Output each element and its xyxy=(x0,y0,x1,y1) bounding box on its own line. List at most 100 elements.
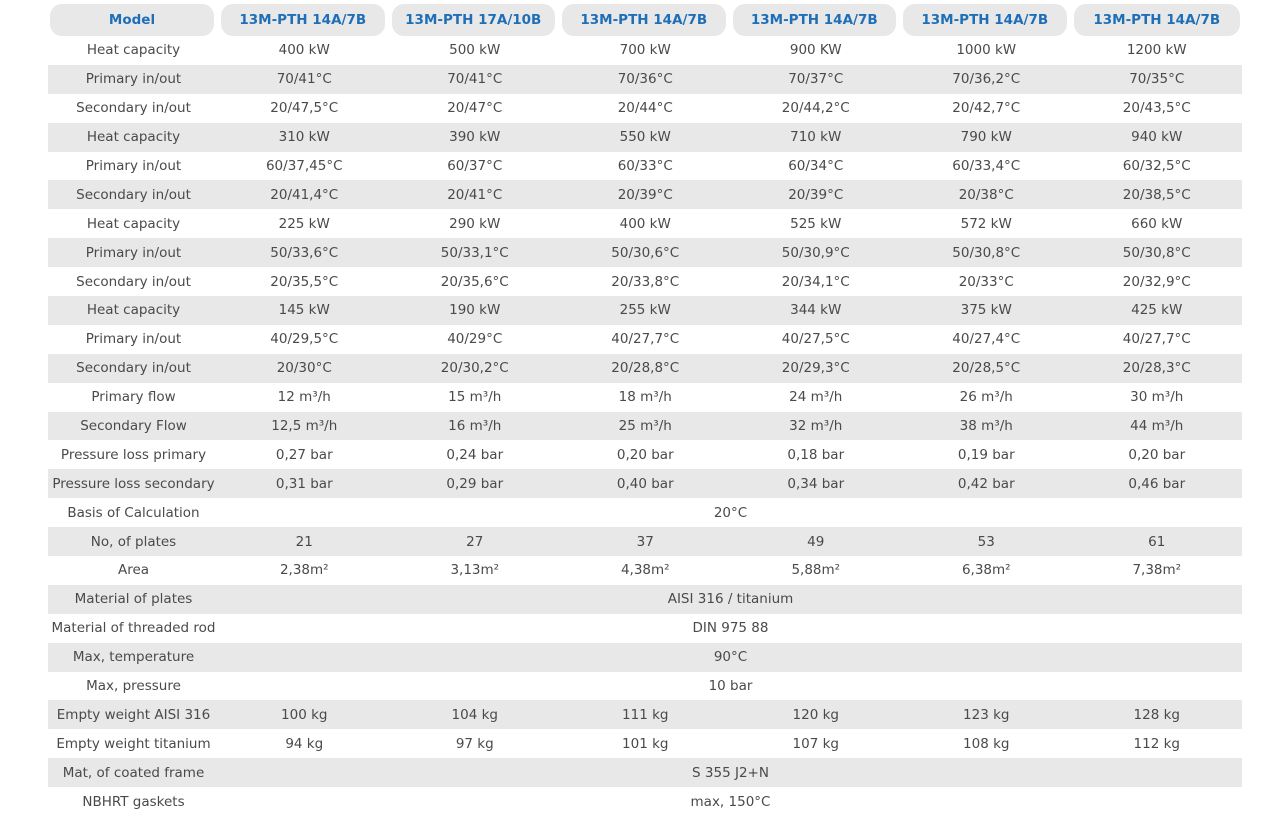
table-row: Area 2,38m² 3,13m² 4,38m² 5,88m² 6,38m² 7,38m² xyxy=(48,556,1242,585)
row-label: Area xyxy=(117,562,150,579)
cell-value: 100 kg xyxy=(219,700,390,730)
cell-value: 12 m³/h xyxy=(277,389,331,406)
cell-value: 145 kW xyxy=(219,296,390,325)
cell-value: 4,38m² xyxy=(620,562,670,579)
cell-value: 40/29°C xyxy=(447,331,503,348)
cell-value: 16 m³/h xyxy=(389,411,560,441)
cell-value: 0,27 bar xyxy=(275,446,333,463)
cell-value: 20/30°C xyxy=(219,353,390,383)
cell-value: 20/38,5°C xyxy=(1071,180,1242,210)
cell-value: 70/36,2°C xyxy=(901,64,1072,94)
cell-value: 60/37,45°C xyxy=(265,158,343,174)
cell-value: 525 kW xyxy=(790,215,842,232)
table-row: Pressure loss secondary 0,31 bar 0,29 bar 0… xyxy=(48,469,1242,499)
table-row: Heat capacity 400 kW 500 kW 700 kW 900 KW 100… xyxy=(48,36,1242,65)
cell-value: 20/41°C xyxy=(389,180,560,210)
row-label: NBHRT gaskets xyxy=(82,793,185,810)
row-label: Secondary Flow xyxy=(48,411,219,441)
table-row: Max, temperature 90°C xyxy=(48,642,1242,672)
header-row: Model 13M-PTH 14A/7B 13M-PTH 17A/10B 13M… xyxy=(48,4,1242,36)
cell-value: 20/28,3°C xyxy=(1071,353,1242,383)
cell-value: 20/44°C xyxy=(617,100,673,117)
cell-value: 60/33°C xyxy=(617,158,673,174)
row-label: Primary flow xyxy=(91,389,176,406)
cell-value: 24 m³/h xyxy=(789,389,843,406)
cell-value: 50/33,1°C xyxy=(389,238,560,268)
cell-value: 710 kW xyxy=(730,122,901,152)
cell-value: 2,38m² xyxy=(279,562,329,579)
table-row: Secondary in/out 20/41,4°C 20/41°C 20/39°C 2… xyxy=(48,180,1242,210)
header-model: 13M-PTH 14A/7B xyxy=(731,4,901,36)
cell-value: 61 xyxy=(1071,527,1242,557)
spanning-value: DIN 975 88 xyxy=(692,620,769,637)
cell-value: 7,38m² xyxy=(1132,562,1182,579)
cell-value: 790 kW xyxy=(901,122,1072,152)
table-row: Empty weight AISI 316 100 kg 104 kg 111 kg 1… xyxy=(48,700,1242,730)
cell-value: 20/28,8°C xyxy=(560,353,731,383)
cell-value: 0,31 bar xyxy=(219,469,390,499)
table-row: Material of threaded rod DIN 975 88 xyxy=(48,614,1242,643)
cell-value: 400 kW xyxy=(619,215,671,232)
table-row: Primary in/out 60/37,45°C 60/37°C 60/33°C 60… xyxy=(48,152,1242,181)
cell-value: 37 xyxy=(560,527,731,557)
table-header: Model 13M-PTH 14A/7B 13M-PTH 17A/10B 13M… xyxy=(48,4,1242,36)
row-label: Primary in/out xyxy=(85,331,182,348)
cell-value: 1200 kW xyxy=(1126,42,1187,59)
header-pill: 13M-PTH 17A/10B xyxy=(391,4,555,36)
spanning-value: 90°C xyxy=(219,642,1242,672)
row-label: Empty weight titanium xyxy=(56,735,211,752)
header-pill: 13M-PTH 14A/7B xyxy=(562,4,726,36)
table-row: Mat, of coated frame S 355 J2+N xyxy=(48,758,1242,788)
cell-value: 660 kW xyxy=(1131,215,1183,232)
row-label: Secondary in/out xyxy=(76,100,191,117)
cell-value: 20/42,7°C xyxy=(952,100,1021,117)
cell-value: 50/30,8°C xyxy=(1071,238,1242,268)
table-row: Basis of Calculation 20°C xyxy=(48,498,1242,527)
row-label: Heat capacity xyxy=(86,42,181,59)
cell-value: 20/39°C xyxy=(560,180,731,210)
row-label: Heat capacity xyxy=(48,122,219,152)
table-row: Primary flow 12 m³/h 15 m³/h 18 m³/h 24 m³/h… xyxy=(48,383,1242,412)
spanning-value: S 355 J2+N xyxy=(219,758,1242,788)
cell-value: 20/39°C xyxy=(730,180,901,210)
spanning-value: 20°C xyxy=(713,504,748,521)
cell-value: 390 kW xyxy=(389,122,560,152)
cell-value: 15 m³/h xyxy=(448,389,502,406)
cell-value: 20/33°C xyxy=(958,273,1014,290)
cell-value: 53 xyxy=(901,527,1072,557)
cell-value: 20/41,4°C xyxy=(219,180,390,210)
table-row: Secondary Flow 12,5 m³/h 16 m³/h 25 m³/h 32 … xyxy=(48,411,1242,441)
header-model: 13M-PTH 14A/7B xyxy=(219,4,390,36)
cell-value: 255 kW xyxy=(560,296,731,325)
row-label: Heat capacity xyxy=(86,215,181,232)
table-row: Primary in/out 50/33,6°C 50/33,1°C 50/30,6°… xyxy=(48,238,1242,268)
cell-value: 18 m³/h xyxy=(618,389,672,406)
cell-value: 0,29 bar xyxy=(389,469,560,499)
header-model: 13M-PTH 17A/10B xyxy=(390,4,560,36)
row-label: Heat capacity xyxy=(48,296,219,325)
table-row: Pressure loss primary 0,27 bar 0,24 bar 0,2… xyxy=(48,440,1242,469)
header-pill: 13M-PTH 14A/7B xyxy=(903,4,1067,36)
cell-value: 40/27,7°C xyxy=(611,331,680,348)
row-label: Secondary in/out xyxy=(76,273,191,290)
cell-value: 70/36°C xyxy=(560,64,731,94)
cell-value: 550 kW xyxy=(560,122,731,152)
cell-value: 0,20 bar xyxy=(616,446,674,463)
cell-value: 97 kg xyxy=(455,735,494,752)
cell-value: 20/35,5°C xyxy=(270,273,339,290)
spec-table: Model 13M-PTH 14A/7B 13M-PTH 17A/10B 13M… xyxy=(48,4,1242,816)
table-row: Secondary in/out 20/30°C 20/30,2°C 20/28,8°… xyxy=(48,353,1242,383)
cell-value: 20/47°C xyxy=(447,100,503,117)
cell-value: 27 xyxy=(389,527,560,557)
cell-value: 20/32,9°C xyxy=(1122,273,1191,290)
cell-value: 375 kW xyxy=(901,296,1072,325)
cell-value: 20/29,3°C xyxy=(730,353,901,383)
cell-value: 101 kg xyxy=(622,735,669,752)
cell-value: 44 m³/h xyxy=(1071,411,1242,441)
cell-value: 20/28,5°C xyxy=(901,353,1072,383)
cell-value: 3,13m² xyxy=(450,562,500,579)
table-row: No, of plates 21 27 37 49 53 61 xyxy=(48,527,1242,557)
table-row: Heat capacity 310 kW 390 kW 550 kW 710 kW 790… xyxy=(48,122,1242,152)
table-row: Heat capacity 145 kW 190 kW 255 kW 344 kW 375… xyxy=(48,296,1242,325)
row-label: Basis of Calculation xyxy=(67,504,200,521)
